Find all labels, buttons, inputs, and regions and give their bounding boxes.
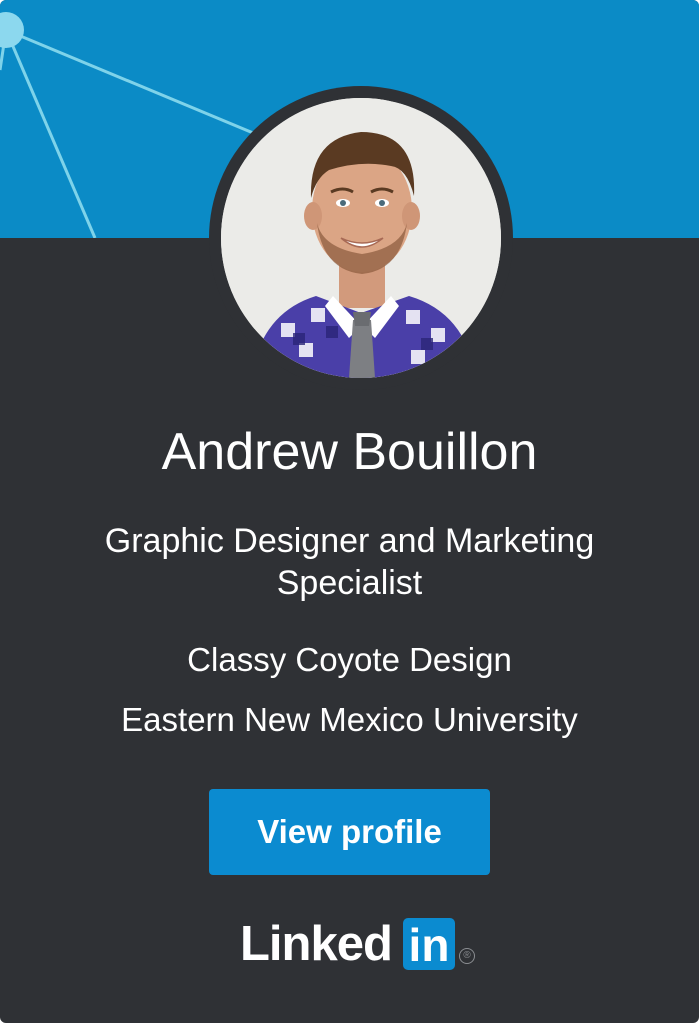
linkedin-wordmark: Linked	[240, 917, 393, 971]
avatar[interactable]	[221, 98, 501, 378]
avatar-frame	[209, 86, 513, 390]
registered-mark-icon: ®	[459, 948, 475, 964]
profile-name[interactable]: Andrew Bouillon	[0, 420, 699, 484]
profile-company[interactable]: Classy Coyote Design	[0, 638, 699, 682]
profile-school[interactable]: Eastern New Mexico University	[0, 698, 699, 742]
linkedin-logo[interactable]: Linked in ®	[240, 916, 490, 972]
profile-badge-card: Andrew Bouillon Graphic Designer and Mar…	[0, 0, 699, 1023]
view-profile-button[interactable]: View profile	[209, 789, 490, 875]
profile-headline: Graphic Designer and Marketing Specialis…	[104, 522, 595, 602]
profile-photo-icon	[221, 98, 501, 378]
linkedin-in-badge-icon: in	[403, 918, 455, 971]
